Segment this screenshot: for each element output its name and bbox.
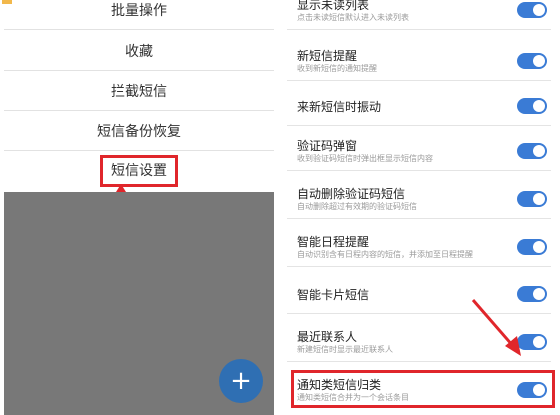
setting-show-unread-list[interactable]: 显示未读列表 点击未读短信默认进入未读列表	[287, 0, 551, 30]
sms-settings-panel: 显示未读列表 点击未读短信默认进入未读列表 新短信提醒 收到新短信的通知提醒 来…	[283, 0, 560, 415]
menu-item-sms-settings[interactable]: 短信设置	[4, 151, 274, 191]
menu-item-label: 批量操作	[111, 2, 167, 19]
toggle-knob	[533, 193, 545, 205]
setting-description: 点击未读短信默认进入未读列表	[297, 13, 409, 22]
plus-icon: +	[230, 366, 252, 396]
setting-title: 来新短信时振动	[297, 100, 382, 114]
menu-item-blocked-sms[interactable]: 拦截短信	[4, 71, 274, 111]
message-menu-panel: 批量操作 收藏 拦截短信 短信备份恢复 短信设置 +	[0, 0, 277, 415]
toggle-switch[interactable]	[517, 53, 547, 69]
setting-description: 自动删除超过有效期的验证码短信	[297, 202, 417, 211]
menu-item-favorites[interactable]: 收藏	[4, 31, 274, 71]
menu-item-label: 收藏	[125, 43, 153, 60]
toggle-knob	[533, 100, 545, 112]
toggle-knob	[533, 55, 545, 67]
menu-item-batch-operation[interactable]: 批量操作	[4, 0, 274, 30]
toggle-knob	[533, 241, 545, 253]
setting-title: 新短信提醒	[297, 49, 358, 63]
setting-auto-delete-verification-sms[interactable]: 自动删除验证码短信 自动删除超过有效期的验证码短信	[287, 179, 551, 219]
toggle-knob	[533, 145, 545, 157]
setting-title: 智能卡片短信	[297, 288, 370, 302]
add-button[interactable]: +	[219, 359, 263, 403]
toggle-knob	[533, 336, 545, 348]
toggle-knob	[533, 4, 545, 16]
pointer-arrow-icon	[116, 184, 126, 192]
setting-description: 自动识别含有日程内容的短信，并添加至日程提醒	[297, 250, 473, 259]
setting-verification-code-popup[interactable]: 验证码弹窗 收到验证码短信时弹出框显示短信内容	[287, 131, 551, 171]
toggle-switch[interactable]	[517, 239, 547, 255]
menu-item-label: 短信设置	[100, 155, 178, 187]
setting-description: 收到新短信的通知提醒	[297, 64, 377, 73]
setting-new-sms-alert[interactable]: 新短信提醒 收到新短信的通知提醒	[287, 41, 551, 81]
setting-description: 收到验证码短信时弹出框显示短信内容	[297, 154, 433, 163]
setting-title: 自动删除验证码短信	[297, 187, 406, 201]
toggle-switch[interactable]	[517, 2, 547, 18]
highlight-frame	[291, 370, 555, 408]
setting-smart-schedule-reminder[interactable]: 智能日程提醒 自动识别含有日程内容的短信，并添加至日程提醒	[287, 227, 551, 267]
toggle-switch[interactable]	[517, 98, 547, 114]
toggle-switch[interactable]	[517, 191, 547, 207]
setting-title: 智能日程提醒	[297, 235, 370, 249]
toggle-knob	[533, 288, 545, 300]
menu-item-label: 拦截短信	[111, 83, 167, 100]
pointer-arrow-icon	[471, 299, 521, 356]
setting-description: 新建短信时显示最近联系人	[297, 345, 393, 354]
setting-vibrate-on-new-sms[interactable]: 来新短信时振动	[287, 86, 551, 126]
menu-item-sms-backup-restore[interactable]: 短信备份恢复	[4, 111, 274, 151]
toggle-switch[interactable]	[517, 143, 547, 159]
menu-item-label: 短信备份恢复	[97, 123, 181, 140]
setting-title: 最近联系人	[297, 330, 358, 344]
setting-title: 验证码弹窗	[297, 139, 358, 153]
